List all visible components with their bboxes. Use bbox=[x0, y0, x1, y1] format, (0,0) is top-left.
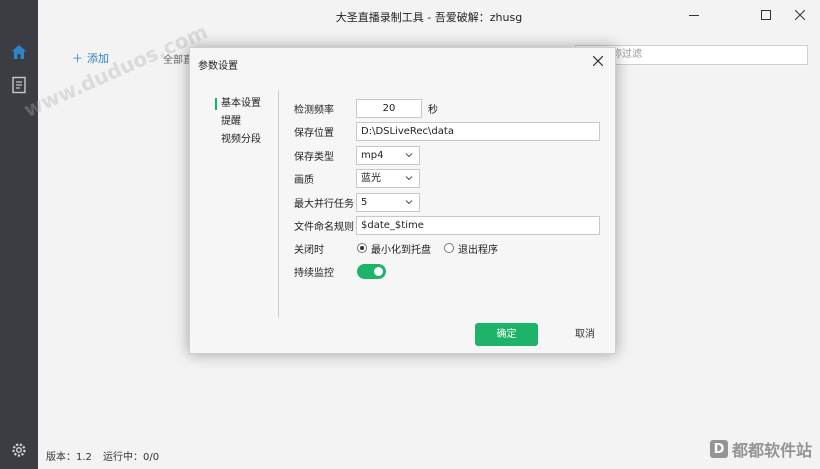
watermark: www.duduos.com bbox=[20, 19, 212, 122]
save-path-row: 保存位置 D:\DSLiveRec\data bbox=[294, 121, 600, 141]
settings-dialog: 参数设置 基本设置 提醒 视频分段 检测频率 20 秒 保存位置 D:\DSLi… bbox=[189, 47, 616, 354]
save-type-value: mp4 bbox=[361, 149, 384, 161]
document-icon[interactable] bbox=[9, 75, 29, 95]
keep-monitor-toggle[interactable] bbox=[357, 263, 386, 279]
cancel-button[interactable]: 取消 bbox=[562, 323, 608, 346]
plus-icon: ＋ bbox=[72, 52, 83, 65]
running-count: 运行中：0/0 bbox=[103, 452, 160, 463]
save-type-label: 保存类型 bbox=[294, 151, 334, 163]
settings-nav: 基本设置 提醒 视频分段 bbox=[215, 95, 261, 149]
chevron-down-icon bbox=[405, 199, 413, 204]
radio-exit-program[interactable]: 退出程序 bbox=[444, 241, 498, 256]
brand-watermark-text: 都都软件站 bbox=[731, 441, 812, 460]
radio-unchecked-icon bbox=[444, 243, 454, 253]
on-close-label: 关闭时 bbox=[294, 244, 324, 256]
naming-rule-label: 文件命名规则 bbox=[294, 221, 354, 233]
naming-rule-input[interactable]: $date_$time bbox=[356, 215, 600, 235]
minimize-icon[interactable] bbox=[684, 5, 704, 25]
gear-icon[interactable] bbox=[9, 440, 29, 460]
chevron-down-icon bbox=[405, 152, 413, 157]
max-tasks-value: 5 bbox=[361, 196, 368, 208]
chevron-down-icon bbox=[405, 175, 413, 180]
keep-monitor-label: 持续监控 bbox=[294, 267, 334, 279]
on-close-row: 关闭时 最小化到托盘 退出程序 bbox=[294, 238, 508, 258]
nav-item-basic[interactable]: 基本设置 bbox=[215, 95, 261, 113]
brand-watermark: D 都都软件站 bbox=[709, 437, 812, 461]
naming-rule-row: 文件命名规则 $date_$time bbox=[294, 215, 600, 235]
keep-monitor-row: 持续监控 bbox=[294, 261, 386, 281]
save-type-select[interactable]: mp4 bbox=[356, 145, 420, 165]
radio-checked-icon bbox=[357, 243, 367, 253]
close-icon[interactable] bbox=[790, 5, 810, 25]
nav-divider bbox=[278, 90, 279, 318]
quality-row: 画质 蓝光 bbox=[294, 168, 420, 188]
radio-minimize-label: 最小化到托盘 bbox=[371, 244, 431, 256]
interval-label: 检测频率 bbox=[294, 104, 334, 116]
max-tasks-row: 最大并行任务 5 bbox=[294, 192, 420, 212]
add-button-label: 添加 bbox=[87, 52, 109, 65]
interval-input[interactable]: 20 bbox=[356, 98, 422, 118]
ok-button[interactable]: 确定 bbox=[475, 323, 538, 346]
save-path-label: 保存位置 bbox=[294, 127, 334, 139]
radio-minimize-to-tray[interactable]: 最小化到托盘 bbox=[357, 241, 431, 256]
quality-select[interactable]: 蓝光 bbox=[356, 168, 420, 188]
quality-label: 画质 bbox=[294, 174, 314, 186]
nav-item-video-split[interactable]: 视频分段 bbox=[215, 131, 261, 149]
dialog-close-icon[interactable] bbox=[591, 54, 605, 68]
nav-item-reminder[interactable]: 提醒 bbox=[215, 113, 261, 131]
home-icon[interactable] bbox=[9, 42, 29, 62]
version-label: 版本：1.2 bbox=[46, 452, 92, 463]
quality-value: 蓝光 bbox=[361, 172, 381, 184]
sidebar bbox=[0, 0, 38, 469]
interval-unit: 秒 bbox=[428, 104, 438, 116]
interval-row: 检测频率 20 秒 bbox=[294, 98, 438, 118]
save-path-input[interactable]: D:\DSLiveRec\data bbox=[356, 121, 600, 141]
maximize-icon[interactable] bbox=[756, 5, 776, 25]
save-type-row: 保存类型 mp4 bbox=[294, 145, 420, 165]
max-tasks-label: 最大并行任务 bbox=[294, 198, 354, 210]
title-bar: 大圣直播录制工具 - 吾爱破解：zhusg bbox=[38, 0, 820, 32]
radio-exit-label: 退出程序 bbox=[458, 244, 498, 256]
brand-logo-icon: D bbox=[709, 440, 728, 458]
max-tasks-select[interactable]: 5 bbox=[356, 192, 420, 212]
dialog-title: 参数设置 bbox=[198, 61, 238, 72]
add-button[interactable]: ＋ 添加 bbox=[72, 50, 109, 66]
